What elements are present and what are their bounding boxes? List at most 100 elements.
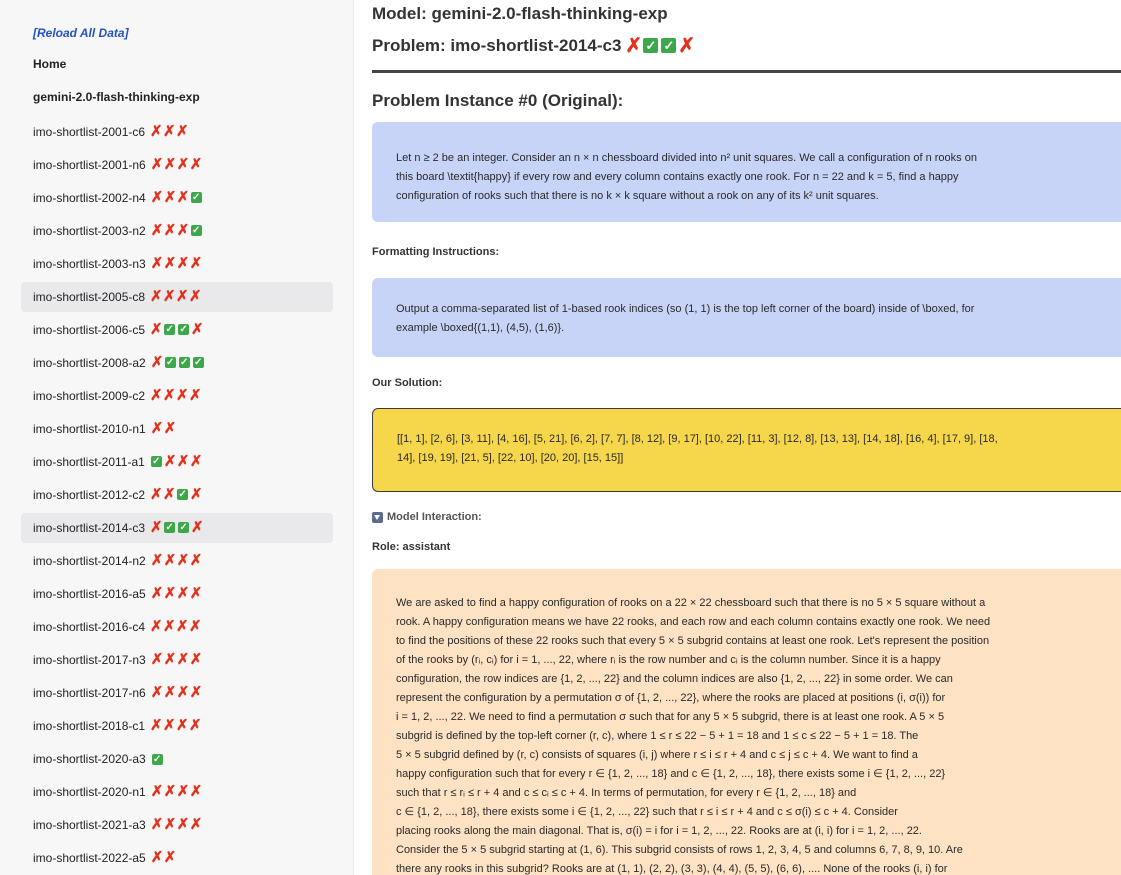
sidebar-problem-item[interactable]: imo-shortlist-2014-c3 ✗ ✓ ✓ ✗: [21, 513, 333, 543]
result-marks: ✗ ✗ ✗ ✗: [151, 552, 203, 569]
result-marks: ✓: [151, 753, 164, 765]
sidebar-problem-label: imo-shortlist-2001-c6: [33, 125, 146, 139]
sidebar-problem-item[interactable]: imo-shortlist-2021-a3 ✗ ✗ ✗ ✗: [21, 810, 333, 840]
cross-mark-icon: ✗: [150, 354, 164, 371]
response-text-line: i = 1, 2, ..., 22. We need to find a per…: [396, 711, 945, 723]
sidebar-problem-label: imo-shortlist-2016-c4: [33, 620, 146, 634]
cross-mark-icon: ✗: [163, 849, 177, 866]
sidebar-problem-item[interactable]: imo-shortlist-2011-a1 ✓ ✗ ✗ ✗: [21, 447, 333, 477]
sidebar-problem-item[interactable]: imo-shortlist-2009-c2 ✗ ✗ ✗ ✗: [21, 381, 333, 411]
result-marks: ✗ ✗: [151, 849, 177, 866]
sidebar-problem-label: imo-shortlist-2009-c2: [33, 389, 146, 403]
model-interaction-label: Model Interaction:: [387, 511, 482, 523]
assistant-response-box: We are asked to find a happy configurati…: [372, 569, 1121, 875]
sidebar-problem-item[interactable]: imo-shortlist-2016-c4 ✗ ✗ ✗ ✗: [21, 612, 333, 642]
sidebar-problem-item[interactable]: imo-shortlist-2022-a5 ✗ ✗: [21, 843, 333, 873]
sidebar-problem-item[interactable]: imo-shortlist-2003-n3 ✗ ✗ ✗ ✗: [21, 249, 333, 279]
cross-mark-icon: ✗: [189, 717, 202, 734]
cross-mark-icon: ✗: [163, 387, 176, 404]
cross-mark-icon: ✗: [150, 816, 164, 833]
cross-mark-icon: ✗: [176, 618, 189, 635]
cross-mark-icon: ✗: [150, 288, 163, 305]
sidebar-problem-label: imo-shortlist-2020-a3: [33, 752, 146, 766]
check-mark-icon: ✓: [190, 192, 202, 203]
sidebar-problem-label: imo-shortlist-2002-n4: [33, 191, 146, 205]
sidebar-problem-item[interactable]: imo-shortlist-2010-n1 ✗ ✗: [21, 414, 333, 444]
result-marks: ✗ ✗ ✗ ✗: [150, 387, 202, 404]
response-text-line: represent the configuration by a permuta…: [396, 692, 946, 704]
sidebar-problem-item[interactable]: imo-shortlist-2017-n3 ✗ ✗ ✗ ✗: [21, 645, 333, 675]
sidebar-problem-item[interactable]: imo-shortlist-2014-n2 ✗ ✗ ✗ ✗: [21, 546, 333, 576]
sidebar-problem-item[interactable]: imo-shortlist-2016-a5 ✗ ✗ ✗ ✗: [21, 579, 333, 609]
sidebar-problem-item[interactable]: imo-shortlist-2005-c8 ✗ ✗ ✗ ✗: [21, 282, 333, 312]
sidebar-problem-item[interactable]: imo-shortlist-2006-c5 ✗ ✓ ✓ ✗: [21, 315, 333, 345]
sidebar-problem-item[interactable]: imo-shortlist-2001-c6 ✗ ✗ ✗: [21, 117, 333, 147]
cross-mark-icon: ✗: [191, 519, 204, 536]
sidebar-problem-item[interactable]: imo-shortlist-2017-n6 ✗ ✗ ✗ ✗: [21, 678, 333, 708]
result-marks: ✗ ✗ ✗ ✓: [151, 189, 203, 206]
cross-mark-icon: ✗: [176, 552, 190, 569]
disclosure-triangle-icon[interactable]: [372, 511, 383, 523]
cross-mark-icon: ✗: [176, 255, 190, 272]
heading-divider: [372, 70, 1121, 73]
result-marks: ✗ ✗ ✗ ✗: [150, 618, 202, 635]
sidebar-problem-item[interactable]: imo-shortlist-2001-n6 ✗ ✗ ✗ ✗: [21, 150, 333, 180]
cross-mark-icon: ✗: [176, 783, 190, 800]
cross-mark-icon: ✗: [189, 783, 203, 800]
home-link[interactable]: Home: [33, 57, 66, 71]
our-solution-label: Our Solution:: [372, 377, 443, 389]
sidebar-problem-item[interactable]: imo-shortlist-2003-n2 ✗ ✗ ✗ ✓: [21, 216, 333, 246]
cross-mark-icon: ✗: [163, 255, 177, 272]
sidebar-problem-item[interactable]: imo-shortlist-2002-n4 ✗ ✗ ✗ ✓: [21, 183, 333, 213]
formatting-instructions-box: Output a comma-separated list of 1-based…: [372, 278, 1121, 357]
sidebar-problem-item[interactable]: imo-shortlist-2020-a3 ✓: [21, 744, 333, 774]
cross-mark-icon: ✗: [163, 222, 177, 239]
result-marks: ✗ ✗ ✓ ✗: [150, 487, 203, 502]
model-interaction-toggle[interactable]: Model Interaction:: [372, 511, 482, 523]
response-text-line: there any rooks in this subgrid? Rooks a…: [396, 863, 948, 875]
sidebar-problem-label: imo-shortlist-2010-n1: [33, 422, 146, 436]
sidebar-problem-label: imo-shortlist-2017-n3: [33, 653, 146, 667]
response-text-line: We are asked to find a happy configurati…: [396, 597, 986, 609]
sidebar-problem-item[interactable]: imo-shortlist-2012-c2 ✗ ✗ ✓ ✗: [21, 480, 333, 510]
cross-mark-icon: ✗: [189, 585, 203, 602]
formatting-instructions-label: Formatting Instructions:: [372, 246, 500, 258]
cross-mark-icon: ✗: [189, 618, 202, 635]
model-heading: Model: gemini-2.0-flash-thinking-exp: [372, 4, 668, 23]
response-text-line: placing rooks along the main diagonal. T…: [396, 825, 922, 837]
cross-mark-icon: ✗: [150, 321, 163, 338]
result-marks: ✗ ✗ ✗ ✗: [150, 816, 203, 833]
sidebar-problem-item[interactable]: imo-shortlist-2018-c1 ✗ ✗ ✗ ✗: [21, 711, 333, 741]
cross-mark-icon: ✗: [163, 288, 176, 305]
problem-text-line: Let n ≥ 2 be an integer. Consider an n ×…: [396, 152, 977, 164]
reload-all-data-link[interactable]: [Reload All Data]: [33, 26, 129, 40]
problem-text-line: configuration of rooks such that there i…: [396, 190, 879, 202]
cross-mark-icon: ✗: [176, 189, 190, 206]
solution-box: [[1, 1], [2, 6], [3, 11], [4, 16], [5, 2…: [372, 408, 1121, 492]
cross-mark-icon: ✗: [189, 288, 202, 305]
cross-mark-icon: ✗: [189, 387, 202, 404]
cross-mark-icon: ✗: [163, 189, 177, 206]
cross-mark-icon: ✗: [163, 618, 176, 635]
sidebar-problem-item[interactable]: imo-shortlist-2008-a2 ✗ ✓ ✓ ✓: [21, 348, 333, 378]
sidebar-problem-label: imo-shortlist-2014-c3: [33, 521, 146, 535]
sidebar-problem-label: imo-shortlist-2017-n6: [33, 686, 146, 700]
problem-result-marks: ✗ ✓ ✓ ✗: [625, 36, 695, 56]
cross-mark-icon: ✗: [150, 651, 164, 668]
sidebar: [Reload All Data] Home gemini-2.0-flash-…: [0, 0, 354, 875]
cross-mark-icon: ✗: [176, 717, 189, 734]
check-mark-icon: ✓: [178, 324, 190, 335]
sidebar-problem-label: imo-shortlist-2001-n6: [33, 158, 146, 172]
cross-mark-icon: ✗: [150, 123, 163, 140]
check-mark-icon: ✓: [150, 456, 162, 467]
problem-text-line: this board \textit{happy} if every row a…: [396, 171, 959, 183]
response-text-line: 5 × 5 subgrid defined by (r, c) consists…: [396, 749, 918, 761]
response-text-line: c ∈ {1, 2, ..., 18}, there exists some i…: [396, 806, 898, 818]
model-group-heading[interactable]: gemini-2.0-flash-thinking-exp: [33, 90, 200, 104]
sidebar-problem-item[interactable]: imo-shortlist-2020-n1 ✗ ✗ ✗ ✗: [21, 777, 333, 807]
cross-mark-icon: ✗: [150, 420, 164, 437]
response-text-line: of the rooks by (rᵢ, cᵢ) for i = 1, ...,…: [396, 654, 941, 666]
cross-mark-icon: ✗: [189, 453, 203, 470]
check-mark-icon: ✓: [643, 38, 659, 53]
cross-mark-icon: ✗: [163, 453, 177, 470]
